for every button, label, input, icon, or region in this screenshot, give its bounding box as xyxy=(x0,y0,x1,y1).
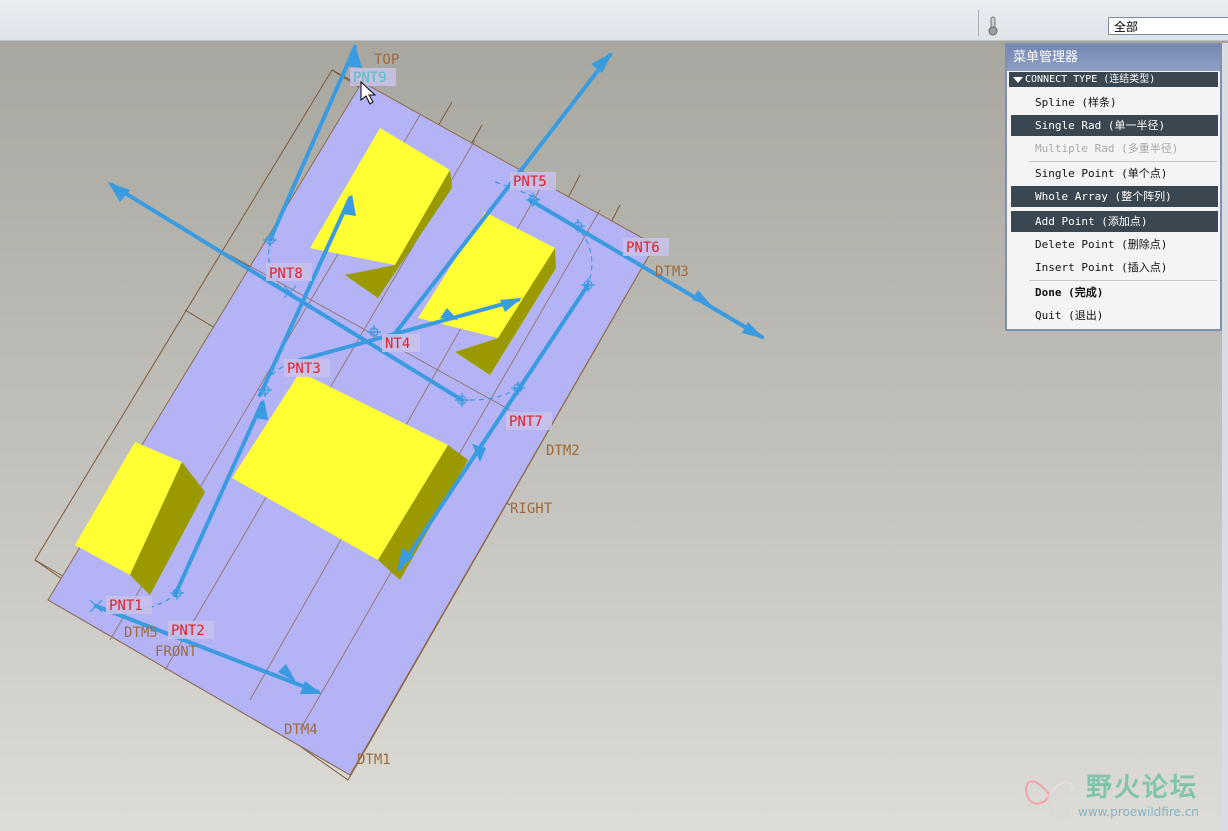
right-scroll-strip[interactable] xyxy=(1222,43,1228,831)
label-dtm4: DTM4 xyxy=(284,722,318,738)
thermometer-icon[interactable] xyxy=(986,16,1000,36)
menu-item-done[interactable]: Done (完成) xyxy=(1011,282,1218,303)
menu-section-label: CONNECT TYPE (连结类型) xyxy=(1025,74,1156,85)
label-pnt1: PNT1 xyxy=(109,598,143,614)
menu-manager-title: 菜单管理器 xyxy=(1007,45,1220,71)
label-dtm1: DTM1 xyxy=(357,752,391,768)
toolbar-separator xyxy=(978,10,979,36)
label-top: TOP xyxy=(374,52,399,68)
menu-item-single-point[interactable]: Single Point (单个点) xyxy=(1011,163,1218,184)
menu-section-connect-type[interactable]: CONNECT TYPE (连结类型) xyxy=(1009,72,1218,87)
menu-item-spline[interactable]: Spline (样条) xyxy=(1011,92,1218,113)
label-dtm2: DTM2 xyxy=(546,443,580,459)
top-toolbar: 全部 xyxy=(0,0,1228,41)
label-right: RIGHT xyxy=(510,501,553,517)
menu-manager: 菜单管理器 CONNECT TYPE (连结类型) Spline (样条) Si… xyxy=(1005,43,1222,331)
filter-select[interactable]: 全部 xyxy=(1108,17,1228,35)
menu-separator xyxy=(1029,280,1217,281)
forum-watermark: 野火论坛 www.proewildfire.cn xyxy=(1018,765,1223,827)
collapse-triangle-icon[interactable] xyxy=(1013,77,1023,83)
menu-separator xyxy=(1029,161,1217,162)
label-pnt3: PNT3 xyxy=(287,361,321,377)
menu-item-delete-point[interactable]: Delete Point (删除点) xyxy=(1011,234,1218,255)
label-front: FRONT xyxy=(155,644,198,660)
label-pnt4: NT4 xyxy=(385,336,410,352)
label-pnt6: PNT6 xyxy=(626,240,660,256)
label-pnt9: PNT9 xyxy=(353,70,387,86)
butterfly-logo-icon xyxy=(1025,780,1074,819)
label-dtm5: DTM5 xyxy=(124,625,158,641)
menu-item-whole-array[interactable]: Whole Array (整个阵列) xyxy=(1011,186,1218,207)
menu-item-add-point[interactable]: Add Point (添加点) xyxy=(1011,211,1218,232)
watermark-url: www.proewildfire.cn xyxy=(1078,805,1199,819)
label-pnt5: PNT5 xyxy=(513,174,547,190)
label-pnt8: PNT8 xyxy=(269,266,303,282)
menu-item-multiple-rad: Multiple Rad (多重半径) xyxy=(1035,142,1179,155)
menu-item-single-rad[interactable]: Single Rad (单一半径) xyxy=(1011,115,1218,136)
label-pnt2: PNT2 xyxy=(171,623,205,639)
menu-item-quit[interactable]: Quit (退出) xyxy=(1011,305,1218,326)
menu-item-insert-point[interactable]: Insert Point (插入点) xyxy=(1011,257,1218,278)
watermark-title: 野火论坛 xyxy=(1086,773,1199,803)
label-pnt7: PNT7 xyxy=(509,414,543,430)
label-dtm3: DTM3 xyxy=(655,264,689,280)
